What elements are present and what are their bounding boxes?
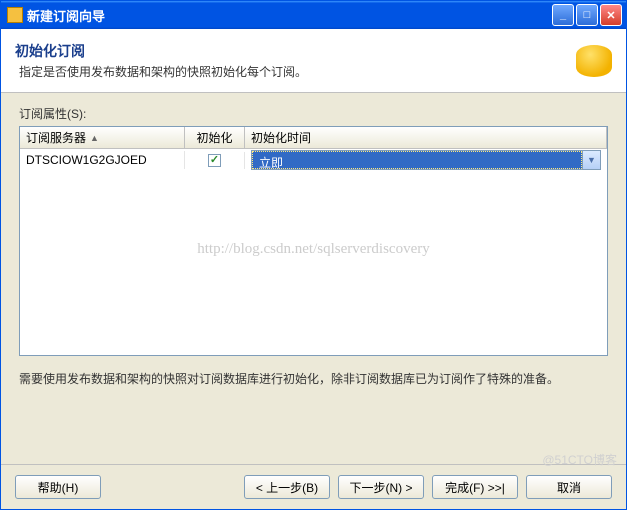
page-description: 指定是否使用发布数据和架构的快照初始化每个订阅。 <box>15 63 564 80</box>
next-button[interactable]: 下一步(N) > <box>338 475 424 499</box>
titlebar: 新建订阅向导 _ □ ✕ <box>1 1 626 29</box>
watermark-text: http://blog.csdn.net/sqlserverdiscovery <box>20 241 607 258</box>
header-icon <box>564 37 612 85</box>
subscription-grid: 订阅服务器 ▲ 初始化 初始化时间 DTSCIOW1G2GJOED ✓ 立即 <box>19 126 608 356</box>
minimize-button[interactable]: _ <box>552 4 574 26</box>
cell-init: ✓ <box>185 152 245 169</box>
subscription-properties-label: 订阅属性(S): <box>19 105 608 122</box>
dropdown-selected: 立即 <box>252 151 582 169</box>
cell-init-time: 立即 ▼ <box>245 148 607 172</box>
window-title: 新建订阅向导 <box>27 6 550 25</box>
finish-button[interactable]: 完成(F) >>| <box>432 475 518 499</box>
column-header-init[interactable]: 初始化 <box>185 127 245 148</box>
column-header-init-label: 初始化 <box>196 129 232 146</box>
wizard-window: 新建订阅向导 _ □ ✕ 初始化订阅 指定是否使用发布数据和架构的快照初始化每个… <box>0 0 627 510</box>
corner-watermark: @51CTO博客 <box>542 451 617 468</box>
close-button[interactable]: ✕ <box>600 4 622 26</box>
column-header-init-time-label: 初始化时间 <box>251 129 311 146</box>
grid-header: 订阅服务器 ▲ 初始化 初始化时间 <box>20 127 607 149</box>
content-area: 订阅属性(S): 订阅服务器 ▲ 初始化 初始化时间 DTSCIOW1G2GJO… <box>1 93 626 464</box>
help-button[interactable]: 帮助(H) <box>15 475 101 499</box>
page-title: 初始化订阅 <box>15 41 564 61</box>
wizard-header: 初始化订阅 指定是否使用发布数据和架构的快照初始化每个订阅。 <box>1 29 626 93</box>
cancel-button[interactable]: 取消 <box>526 475 612 499</box>
footer-note: 需要使用发布数据和架构的快照对订阅数据库进行初始化，除非订阅数据库已为订阅作了特… <box>19 370 608 387</box>
maximize-button[interactable]: □ <box>576 4 598 26</box>
column-header-server-label: 订阅服务器 <box>26 129 86 146</box>
column-header-server[interactable]: 订阅服务器 ▲ <box>20 127 185 148</box>
cell-server: DTSCIOW1G2GJOED <box>20 151 185 169</box>
chevron-down-icon[interactable]: ▼ <box>582 151 600 169</box>
back-button[interactable]: < 上一步(B) <box>244 475 330 499</box>
sort-asc-icon: ▲ <box>90 133 99 143</box>
wizard-footer: 帮助(H) < 上一步(B) 下一步(N) > 完成(F) >>| 取消 <box>1 464 626 509</box>
app-icon <box>7 7 23 23</box>
column-header-init-time[interactable]: 初始化时间 <box>245 127 607 148</box>
init-checkbox[interactable]: ✓ <box>208 154 221 167</box>
table-row: DTSCIOW1G2GJOED ✓ 立即 ▼ <box>20 149 607 171</box>
init-time-dropdown[interactable]: 立即 ▼ <box>251 150 601 170</box>
